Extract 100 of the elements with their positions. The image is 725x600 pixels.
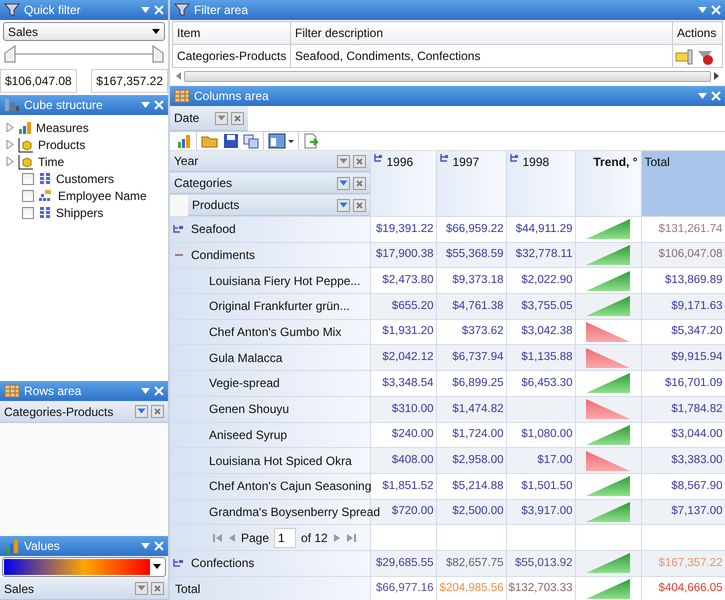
remove-button[interactable] [231,112,244,124]
dropdown-icon[interactable] [141,7,150,13]
save-icon[interactable] [223,133,239,149]
hierarchy-icon [38,188,54,202]
field-chip[interactable]: Categories-Products [0,401,168,423]
scroll-left-icon[interactable] [176,72,182,80]
slider-thumb[interactable] [152,45,164,63]
tree-item[interactable]: Products [38,136,86,154]
layout-dropdown-icon[interactable] [268,133,294,149]
copy-icon[interactable] [243,133,259,149]
export-icon[interactable] [303,133,319,149]
remove-filter-icon[interactable] [695,48,715,65]
value-cell: $404,666.05 [641,576,725,600]
panel-title: Columns area [194,88,270,105]
last-page-icon[interactable] [346,532,356,543]
value-cell: $204,985.56 [436,576,506,600]
field-chip[interactable]: Date [170,106,248,131]
measure-dropdown[interactable]: Sales [3,22,165,41]
close-icon[interactable] [711,5,721,15]
tree-item[interactable]: Customers [56,170,114,188]
remove-button[interactable] [352,154,366,168]
close-icon[interactable] [154,541,164,551]
tree-item[interactable]: Time [38,152,64,170]
panel-title: Filter area [194,2,250,19]
bar-chart-icon[interactable] [176,133,192,149]
scroll-right-icon[interactable] [713,72,719,80]
column-header[interactable]: Total [641,151,725,216]
row-label: Chef Anton's Cajun Seasoning [209,478,372,496]
row-label: Louisiana Hot Spiced Okra [209,452,352,470]
tree-item[interactable]: Employee Name [58,186,147,204]
value-cell: $17.00 [506,448,575,474]
color-scale-dropdown[interactable] [2,557,166,577]
row-label: Vegie-spread [209,375,280,392]
expand-icon[interactable] [173,558,185,568]
field-chip[interactable]: Categories [170,173,370,194]
field-chip[interactable]: Sales [0,578,168,600]
horizontal-scrollbar[interactable] [176,69,719,83]
grid-icon [4,383,20,399]
checkbox[interactable] [22,190,34,202]
filter-button[interactable] [336,176,350,190]
page-field[interactable]: 1 [274,528,296,548]
edit-filter-icon[interactable] [675,48,695,65]
column-header[interactable]: Trend, ° [575,151,641,216]
value-cell: $17,900.38 [370,242,436,268]
close-icon[interactable] [154,5,164,15]
field-chip[interactable]: Products [188,195,370,216]
value-cell: $131,261.74 [641,216,725,242]
filter-button[interactable] [336,154,350,168]
field-label: Year [174,153,200,170]
column-header[interactable]: 1998 [506,151,575,216]
value-cell: $5,347.20 [641,319,725,345]
remove-button[interactable] [151,405,164,418]
filter-button[interactable] [135,405,148,418]
checkbox[interactable] [22,206,34,218]
column-header[interactable]: 1996 [370,151,436,216]
dropdown-icon[interactable] [698,93,707,99]
value-cell: $82,657.75 [436,550,506,576]
value-cell: $2,500.00 [436,499,506,525]
range-slider[interactable] [4,43,164,65]
grid-icon [38,172,52,186]
page-count: of 12 [301,530,328,547]
value-cell: $655.20 [370,294,436,320]
expand-arrow-icon[interactable] [6,123,14,132]
filter-button[interactable] [135,582,148,595]
dropdown-icon[interactable] [698,7,707,13]
tree-item[interactable]: Shippers [56,204,104,222]
dropdown-icon[interactable] [141,102,150,108]
value-cell: $1,851.52 [370,473,436,500]
next-page-icon[interactable] [332,532,341,543]
value-cell: $19,391.22 [370,216,436,242]
close-icon[interactable] [154,100,164,110]
grid-icon [38,206,52,220]
checkbox[interactable] [22,172,34,184]
table-cell: Categories-Products [172,44,290,68]
remove-button[interactable] [151,582,164,595]
close-icon[interactable] [154,386,164,396]
remove-button[interactable] [352,176,366,190]
column-header[interactable]: 1997 [436,151,506,216]
expand-arrow-icon[interactable] [6,140,14,149]
field-label: Sales [4,580,36,598]
dropdown-icon[interactable] [141,543,150,549]
expand-arrow-icon[interactable] [6,157,14,166]
value-cell: $66,977.16 [370,576,436,600]
first-page-icon[interactable] [213,532,223,543]
field-chip[interactable]: Year [170,151,370,172]
slider-thumb[interactable] [4,45,16,63]
value-cell: $9,373.18 [436,268,506,294]
value-cell: $3,042.38 [506,319,575,345]
dropdown-icon[interactable] [141,388,150,394]
close-icon[interactable] [711,91,721,101]
column-header: Filter description [290,22,672,44]
value-cell: $2,958.00 [436,448,506,474]
pager-label: Page [241,530,270,547]
remove-button[interactable] [352,198,366,212]
previous-page-icon[interactable] [228,532,236,543]
value-cell: $55,368.59 [436,242,506,268]
filter-button[interactable] [336,198,350,212]
expand-icon[interactable] [173,224,185,234]
tree-item[interactable]: Measures [36,118,89,136]
filter-button[interactable] [215,112,228,124]
